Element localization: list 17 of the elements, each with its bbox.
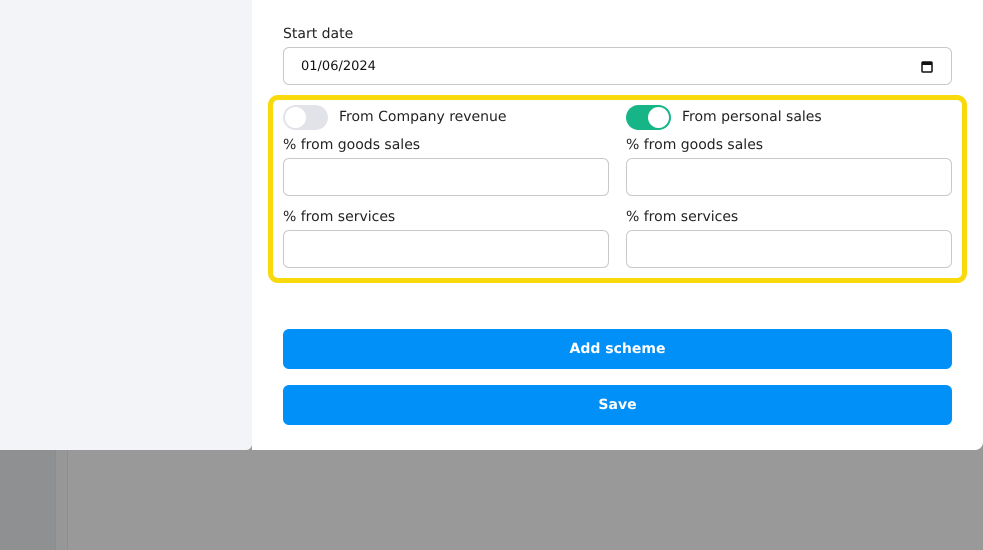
field-label: Start date <box>283 26 354 43</box>
toggle-label: From personal sales <box>682 109 822 125</box>
input-field[interactable] <box>283 230 609 268</box>
input-field[interactable] <box>626 230 952 268</box>
field-label: % from services <box>626 209 740 226</box>
toggle-switch[interactable] <box>283 104 328 130</box>
save-button[interactable]: Save <box>283 385 952 425</box>
field-label: % from goods sales <box>283 137 422 154</box>
calendar-icon[interactable] <box>921 60 933 73</box>
field-label: % from services <box>283 209 396 226</box>
toggle-switch[interactable] <box>626 104 671 130</box>
add-scheme-button[interactable]: Add scheme <box>283 329 952 369</box>
field-label: % from goods sales <box>626 137 764 154</box>
date-field[interactable]: 01/06/2024 <box>283 47 952 85</box>
toggle-label: From Company revenue <box>339 109 507 125</box>
input-field[interactable] <box>626 158 952 196</box>
input-field[interactable] <box>283 158 609 196</box>
